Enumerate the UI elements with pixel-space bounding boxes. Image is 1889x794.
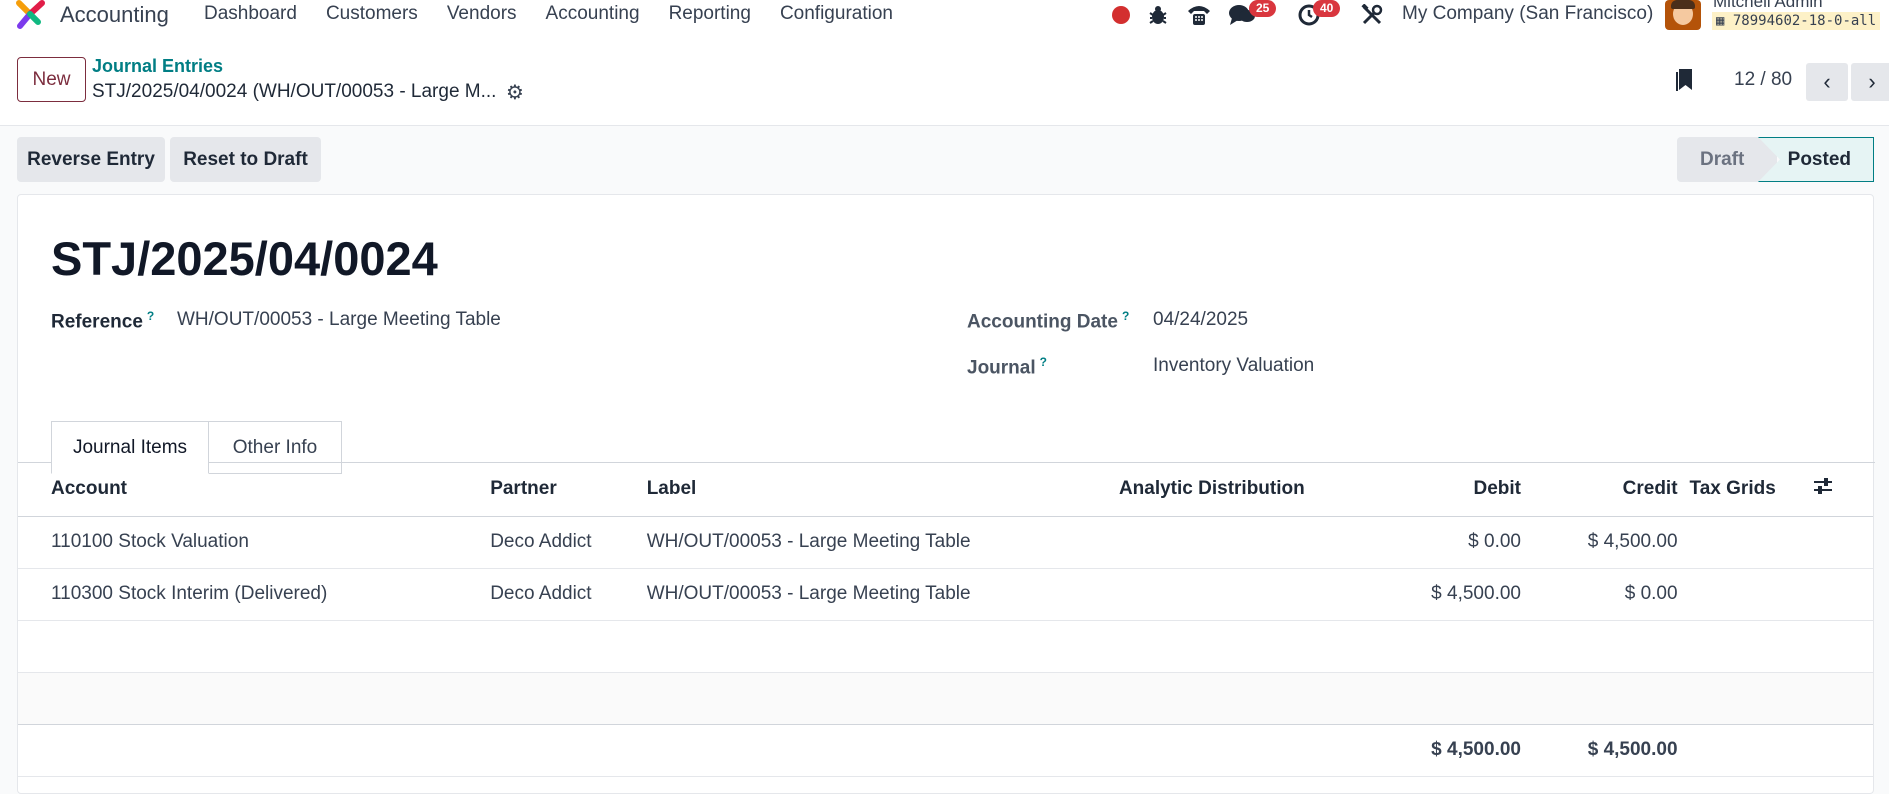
- cell-debit[interactable]: $ 0.00: [1304, 516, 1521, 569]
- bookmark-icon[interactable]: [1675, 68, 1693, 92]
- total-credit: $ 4,500.00: [1520, 724, 1678, 777]
- empty-row[interactable]: [18, 620, 1873, 673]
- bug-icon[interactable]: [1148, 4, 1168, 26]
- help-icon[interactable]: ?: [1122, 309, 1129, 323]
- reference-field[interactable]: WH/OUT/00053 - Large Meeting Table: [177, 309, 501, 331]
- col-analytic[interactable]: Analytic Distribution: [1118, 463, 1305, 517]
- cell-debit[interactable]: $ 4,500.00: [1304, 568, 1521, 621]
- app-logo-icon[interactable]: [16, 0, 46, 30]
- empty-row[interactable]: [18, 672, 1873, 725]
- reference-label: Reference?: [51, 309, 155, 333]
- company-switcher[interactable]: My Company (San Francisco): [1402, 3, 1653, 25]
- cell-tax-grids[interactable]: [1677, 516, 1814, 569]
- cell-spacer: [1813, 568, 1873, 621]
- user-avatar[interactable]: [1665, 0, 1701, 30]
- help-icon[interactable]: ?: [147, 309, 154, 323]
- breadcrumb-journal-entries[interactable]: Journal Entries: [92, 56, 223, 77]
- menu-vendors[interactable]: Vendors: [447, 3, 517, 25]
- reset-to-draft-button[interactable]: Reset to Draft: [170, 137, 321, 182]
- notebook-tabs: Journal Items Other Info: [18, 411, 1875, 474]
- reverse-entry-button[interactable]: Reverse Entry: [17, 137, 165, 182]
- activities-badge: 40: [1313, 0, 1341, 17]
- col-credit[interactable]: Credit: [1520, 463, 1678, 517]
- col-debit[interactable]: Debit: [1304, 463, 1521, 517]
- cell-analytic[interactable]: [1118, 568, 1305, 621]
- totals-row: $ 4,500.00 $ 4,500.00: [18, 724, 1873, 777]
- journal-field[interactable]: Inventory Valuation: [1153, 355, 1314, 377]
- record-icon[interactable]: [1112, 6, 1130, 24]
- cell-account[interactable]: 110100 Stock Valuation: [18, 516, 491, 569]
- cell-tax-grids[interactable]: [1677, 568, 1814, 621]
- app-name[interactable]: Accounting: [60, 2, 169, 28]
- accounting-date-label: Accounting Date?: [967, 309, 1130, 333]
- optional-columns-toggle[interactable]: [1813, 463, 1873, 517]
- sliders-icon[interactable]: [1813, 477, 1833, 495]
- cell-analytic[interactable]: [1118, 516, 1305, 569]
- menu-configuration[interactable]: Configuration: [780, 3, 893, 25]
- top-navbar: Accounting Dashboard Customers Vendors A…: [0, 0, 1889, 30]
- form-sheet: STJ/2025/04/0024 Reference? WH/OUT/00053…: [17, 194, 1875, 794]
- cell-credit[interactable]: $ 0.00: [1520, 568, 1678, 621]
- pager-next-button[interactable]: ›: [1851, 63, 1889, 101]
- chevron-left-icon: ‹: [1823, 69, 1831, 94]
- cell-label[interactable]: WH/OUT/00053 - Large Meeting Table: [646, 568, 1119, 621]
- cell-spacer: [1813, 516, 1873, 569]
- col-partner[interactable]: Partner: [490, 463, 647, 517]
- cell-credit[interactable]: $ 4,500.00: [1520, 516, 1678, 569]
- messages-badge: 25: [1249, 0, 1277, 17]
- cell-label[interactable]: WH/OUT/00053 - Large Meeting Table: [646, 516, 1119, 569]
- pager-previous-button[interactable]: ‹: [1806, 63, 1848, 101]
- database-icon: ▦: [1716, 13, 1725, 29]
- control-panel: New Journal Entries STJ/2025/04/0024 (WH…: [0, 30, 1889, 126]
- cell-partner[interactable]: Deco Addict: [490, 516, 647, 569]
- cell-partner[interactable]: Deco Addict: [490, 568, 647, 621]
- phone-icon[interactable]: [1186, 3, 1212, 27]
- chevron-right-icon: ›: [1868, 69, 1876, 94]
- col-account[interactable]: Account: [18, 463, 491, 517]
- totals-spacer: [1677, 724, 1873, 777]
- cell-account[interactable]: 110300 Stock Interim (Delivered): [18, 568, 491, 621]
- new-button[interactable]: New: [17, 57, 86, 102]
- col-tax-grids[interactable]: Tax Grids: [1677, 463, 1814, 517]
- gear-icon[interactable]: ⚙: [506, 80, 524, 105]
- menu-accounting[interactable]: Accounting: [546, 3, 640, 25]
- entry-title: STJ/2025/04/0024: [51, 232, 438, 285]
- database-name: 78994602-18-0-all: [1732, 13, 1877, 29]
- breadcrumb-current: STJ/2025/04/0024 (WH/OUT/00053 - Large M…: [92, 81, 497, 102]
- journal-label: Journal?: [967, 355, 1047, 379]
- status-draft[interactable]: Draft: [1677, 137, 1777, 182]
- help-icon[interactable]: ?: [1040, 355, 1047, 369]
- totals-spacer: [18, 724, 1305, 777]
- user-name[interactable]: Mitchell Admin: [1713, 0, 1823, 12]
- accounting-date-field[interactable]: 04/24/2025: [1153, 309, 1248, 331]
- pager-value[interactable]: 12 / 80: [1734, 69, 1792, 91]
- settings-tools-icon[interactable]: [1361, 4, 1383, 26]
- table-row[interactable]: 110100 Stock Valuation Deco Addict WH/OU…: [18, 516, 1873, 569]
- col-label[interactable]: Label: [646, 463, 1119, 517]
- table-header-row: Account Partner Label Analytic Distribut…: [18, 463, 1873, 517]
- total-debit: $ 4,500.00: [1304, 724, 1521, 777]
- journal-items-table: Account Partner Label Analytic Distribut…: [18, 463, 1873, 777]
- menu-customers[interactable]: Customers: [326, 3, 418, 25]
- table-row[interactable]: 110300 Stock Interim (Delivered) Deco Ad…: [18, 568, 1873, 621]
- menu-dashboard[interactable]: Dashboard: [204, 3, 297, 25]
- main-menu: Dashboard Customers Vendors Accounting R…: [204, 3, 922, 25]
- database-chip: ▦ 78994602-18-0-all: [1712, 12, 1881, 30]
- menu-reporting[interactable]: Reporting: [669, 3, 751, 25]
